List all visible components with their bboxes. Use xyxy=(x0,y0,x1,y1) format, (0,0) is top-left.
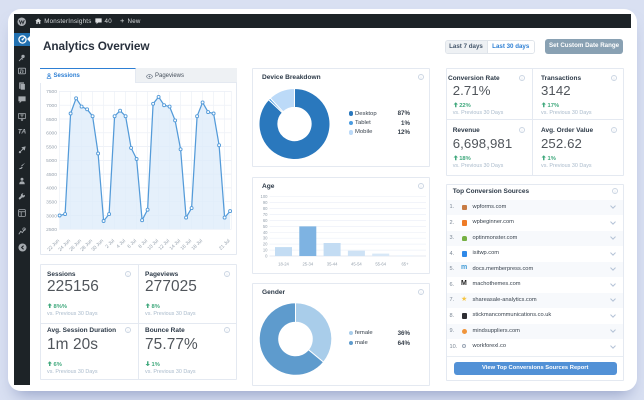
svg-text:7500: 7500 xyxy=(46,89,57,95)
svg-text:60: 60 xyxy=(263,217,268,222)
svg-text:2 Jul: 2 Jul xyxy=(104,238,116,250)
svg-text:80: 80 xyxy=(263,206,268,211)
svg-text:5000: 5000 xyxy=(46,158,57,164)
svg-text:4000: 4000 xyxy=(46,186,57,192)
svg-text:21 Jul: 21 Jul xyxy=(218,238,231,251)
svg-text:7000: 7000 xyxy=(46,103,57,109)
svg-text:18-24: 18-24 xyxy=(278,261,289,266)
svg-text:10 Jul: 10 Jul xyxy=(147,238,160,251)
svg-text:45-54: 45-54 xyxy=(351,261,362,266)
svg-text:0: 0 xyxy=(265,253,268,258)
svg-text:10: 10 xyxy=(263,247,268,252)
svg-text:30: 30 xyxy=(263,235,268,240)
svg-text:14 Jul: 14 Jul xyxy=(169,238,182,251)
svg-text:6000: 6000 xyxy=(46,131,57,137)
svg-text:65+: 65+ xyxy=(401,261,409,266)
svg-text:20: 20 xyxy=(263,241,268,246)
svg-text:90: 90 xyxy=(263,200,268,205)
svg-text:5500: 5500 xyxy=(46,144,57,150)
svg-text:4500: 4500 xyxy=(46,172,57,178)
svg-text:TA: TA xyxy=(18,128,27,134)
svg-text:2500: 2500 xyxy=(46,227,57,233)
svg-text:70: 70 xyxy=(263,212,268,217)
svg-text:55-64: 55-64 xyxy=(375,261,386,266)
svg-text:3500: 3500 xyxy=(46,200,57,206)
svg-text:3000: 3000 xyxy=(46,213,57,219)
svg-text:4 Jul: 4 Jul xyxy=(115,238,127,250)
svg-text:6500: 6500 xyxy=(46,117,57,123)
svg-text:50: 50 xyxy=(263,223,268,228)
svg-text:100: 100 xyxy=(261,194,269,199)
svg-text:35-44: 35-44 xyxy=(327,261,338,266)
svg-text:12 Jul: 12 Jul xyxy=(158,238,171,251)
svg-text:18 Jul: 18 Jul xyxy=(191,238,204,251)
svg-text:30 Jun: 30 Jun xyxy=(90,238,105,253)
svg-text:40: 40 xyxy=(263,229,268,234)
svg-text:16 Jul: 16 Jul xyxy=(180,238,193,251)
svg-text:6 Jul: 6 Jul xyxy=(126,238,138,250)
svg-text:25-34: 25-34 xyxy=(302,261,313,266)
